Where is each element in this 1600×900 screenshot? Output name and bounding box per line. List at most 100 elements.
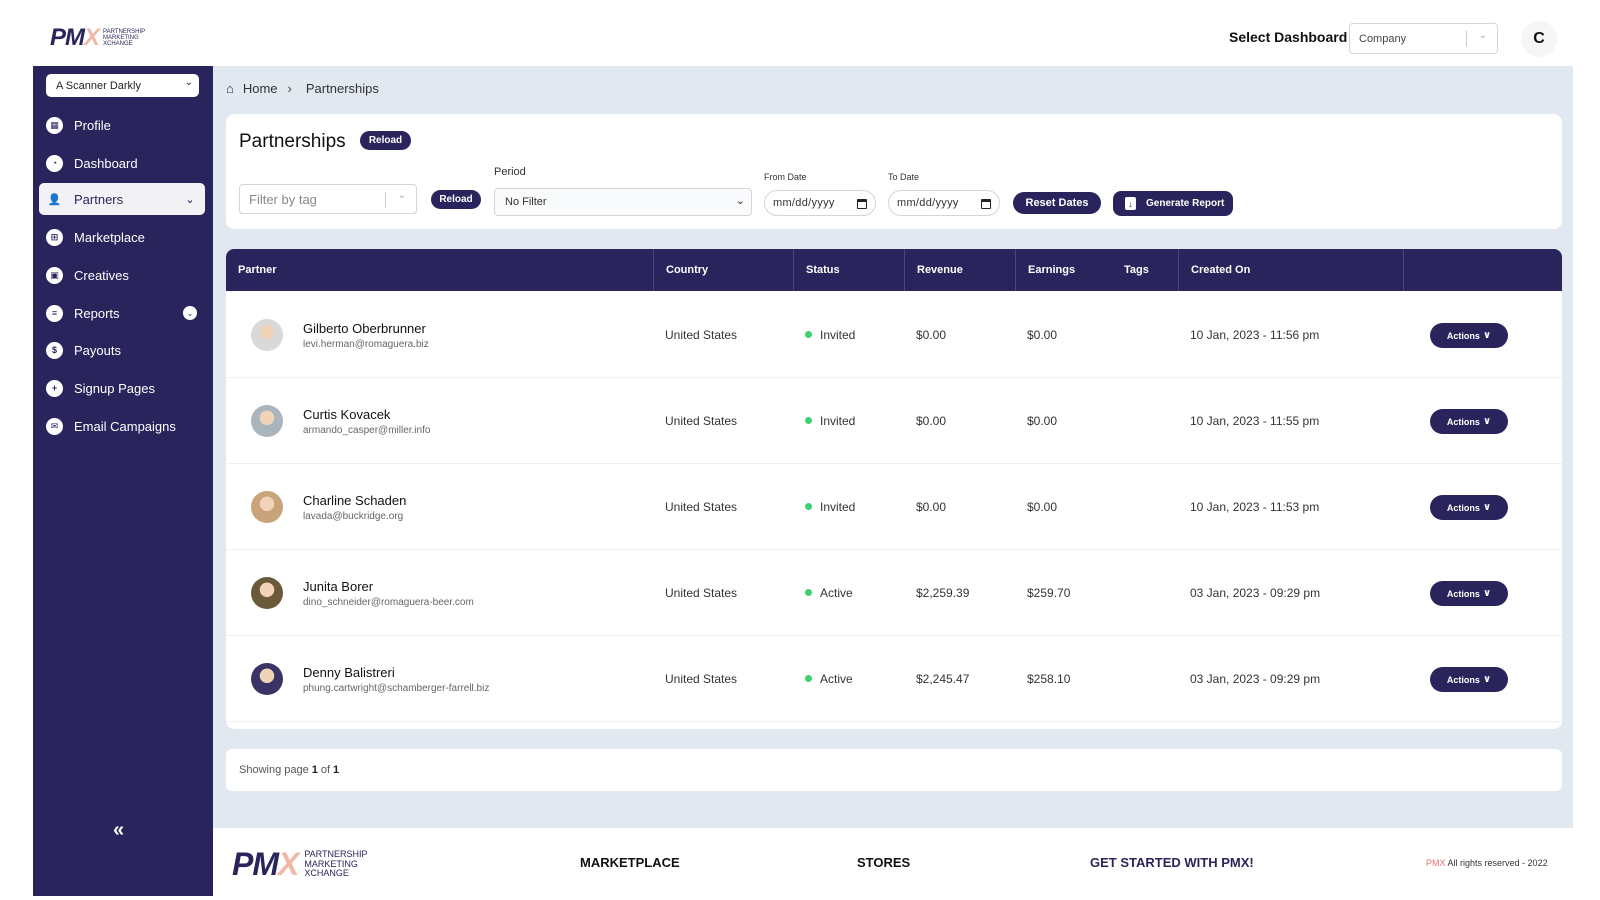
partner-created-on: 10 Jan, 2023 - 11:55 pm — [1190, 413, 1320, 428]
calendar-icon[interactable] — [857, 199, 867, 209]
column-header-country[interactable]: Country — [653, 249, 793, 291]
partner-name[interactable]: Junita Borer — [303, 579, 373, 594]
actions-dropdown-button[interactable]: Actions ∨ — [1430, 409, 1508, 434]
filter-card: Partnerships Reload Filter by tag ⌄ Relo… — [226, 114, 1562, 229]
footer: PMX PARTNERSHIP MARKETING XCHANGE MARKET… — [213, 828, 1573, 890]
partner-name[interactable]: Denny Balistreri — [303, 665, 395, 680]
table-row: Curtis Kovacek armando_casper@miller.info… — [226, 377, 1562, 464]
actions-dropdown-button[interactable]: Actions ∨ — [1430, 323, 1508, 348]
sidebar-item-profile[interactable]: ▦ Profile — [39, 109, 205, 141]
partner-created-on: 10 Jan, 2023 - 11:53 pm — [1190, 499, 1320, 514]
partner-earnings: $0.00 — [1027, 413, 1058, 428]
select-separator — [1466, 31, 1467, 47]
user-avatar[interactable]: C — [1521, 21, 1557, 57]
sidebar-item-creatives[interactable]: ▣ Creatives — [39, 259, 205, 291]
footer-link-get-started[interactable]: GET STARTED WITH PMX! — [1090, 855, 1254, 870]
sidebar-item-partners[interactable]: 👤 Partners ⌄ — [39, 183, 205, 215]
tag-reload-button[interactable]: Reload — [431, 190, 481, 209]
sidebar-item-label: Partners — [74, 191, 124, 207]
footer-logo[interactable]: PMX PARTNERSHIP MARKETING XCHANGE — [232, 846, 368, 883]
column-header-actions — [1403, 249, 1562, 291]
status-dot-icon — [805, 417, 812, 424]
chevron-down-icon[interactable]: ⌄ — [183, 192, 197, 206]
sidebar: A Scanner Darkly ⌄ ▦ Profile ◔ Dashboard 👤 Pa… — [33, 66, 213, 896]
home-icon[interactable]: ⌂ — [226, 81, 234, 96]
sidebar-item-label: Email Campaigns — [74, 418, 176, 434]
dashboard-select[interactable]: Company ⌄ — [1349, 23, 1498, 54]
column-header-tags[interactable]: Tags — [1112, 249, 1178, 291]
top-header: PMX PARTNERSHIP MARKETING XCHANGE Select… — [0, 0, 1600, 66]
status-dot-icon — [805, 589, 812, 596]
chevron-down-icon: ∨ — [1482, 588, 1492, 599]
partner-avatar — [251, 577, 283, 609]
partner-revenue: $0.00 — [916, 413, 947, 428]
sidebar-item-label: Signup Pages — [74, 380, 155, 396]
chevron-right-icon: › — [287, 81, 292, 96]
pie-chart-icon: ◔ — [46, 154, 63, 172]
sidebar-item-label: Payouts — [74, 342, 121, 358]
column-header-partner[interactable]: Partner — [226, 249, 653, 291]
column-header-revenue[interactable]: Revenue — [904, 249, 1015, 291]
breadcrumb: ⌂ Home › Partnerships — [226, 81, 379, 96]
tag-filter-input[interactable]: Filter by tag ⌄ — [239, 184, 417, 214]
sidebar-item-label: Reports — [74, 305, 120, 321]
sidebar-item-signup-pages[interactable]: + Signup Pages — [39, 372, 205, 404]
partner-country: United States — [665, 585, 738, 600]
envelope-icon: ✉ — [46, 417, 63, 435]
actions-dropdown-button[interactable]: Actions ∨ — [1430, 581, 1508, 606]
calendar-icon[interactable] — [981, 199, 991, 209]
chevron-down-icon[interactable]: ⌄ — [183, 306, 197, 320]
partner-status: Invited — [805, 463, 855, 550]
table-row: Gilberto Oberbrunner levi.herman@romaguer… — [226, 291, 1562, 378]
sidebar-item-marketplace[interactable]: ⊞ Marketplace — [39, 221, 205, 253]
partner-status: Invited — [805, 291, 855, 378]
column-header-earnings[interactable]: Earnings — [1015, 249, 1112, 291]
period-label: Period — [494, 166, 526, 178]
partner-revenue: $0.00 — [916, 327, 947, 342]
generate-report-button[interactable]: ↓ Generate Report — [1113, 191, 1233, 216]
chevron-down-icon: ⌄ — [1478, 30, 1487, 41]
partner-revenue: $2,259.39 — [916, 585, 970, 600]
sidebar-item-email-campaigns[interactable]: ✉ Email Campaigns — [39, 410, 205, 442]
table-row: Junita Borer dino_schneider@romaguera-bee… — [226, 549, 1562, 636]
reload-button[interactable]: Reload — [360, 131, 411, 150]
period-select[interactable]: No Filter ⌄ — [494, 188, 752, 216]
collapse-sidebar-button[interactable]: « — [113, 819, 124, 842]
sidebar-item-label: Marketplace — [74, 229, 145, 245]
breadcrumb-home[interactable]: Home — [243, 81, 278, 96]
to-date-label: To Date — [888, 172, 920, 182]
partner-name[interactable]: Charline Schaden — [303, 493, 406, 508]
reset-dates-button[interactable]: Reset Dates — [1013, 192, 1101, 214]
to-date-input[interactable]: mm/dd/yyyy — [888, 190, 1000, 216]
from-date-input[interactable]: mm/dd/yyyy — [764, 190, 876, 216]
document-icon: ≡ — [46, 304, 63, 322]
partner-created-on: 03 Jan, 2023 - 09:29 pm — [1190, 585, 1321, 600]
user-plus-icon: + — [46, 379, 63, 397]
table-row: Charline Schaden lavada@buckridge.org Unit… — [226, 463, 1562, 550]
page-title: Partnerships — [239, 131, 346, 152]
partner-name[interactable]: Curtis Kovacek — [303, 407, 390, 422]
partner-email: phung.cartwright@schamberger-farrell.biz — [303, 683, 490, 694]
status-dot-icon — [805, 675, 812, 682]
pmx-logo[interactable]: PMX PARTNERSHIP MARKETING XCHANGE — [50, 24, 145, 52]
partner-earnings: $258.10 — [1027, 671, 1071, 686]
partner-name[interactable]: Gilberto Oberbrunner — [303, 321, 426, 336]
sidebar-item-label: Dashboard — [74, 155, 138, 171]
store-icon: ⊞ — [46, 228, 63, 246]
footer-link-marketplace[interactable]: MARKETPLACE — [580, 855, 680, 870]
partner-earnings: $0.00 — [1027, 499, 1058, 514]
brand-select[interactable]: A Scanner Darkly ⌄ — [46, 74, 199, 97]
partner-status: Active — [805, 549, 853, 636]
column-header-status[interactable]: Status — [793, 249, 904, 291]
sidebar-item-reports[interactable]: ≡ Reports ⌄ — [39, 297, 205, 329]
partner-email: levi.herman@romaguera.biz — [303, 339, 429, 350]
sidebar-item-payouts[interactable]: $ Payouts — [39, 334, 205, 366]
actions-dropdown-button[interactable]: Actions ∨ — [1430, 495, 1508, 520]
actions-dropdown-button[interactable]: Actions ∨ — [1430, 667, 1508, 692]
chevron-down-icon: ⌄ — [397, 190, 406, 201]
column-header-created-on[interactable]: Created On — [1178, 249, 1403, 291]
sidebar-item-dashboard[interactable]: ◔ Dashboard — [39, 147, 205, 179]
download-file-icon: ↓ — [1125, 197, 1136, 210]
select-separator — [385, 192, 386, 208]
footer-link-stores[interactable]: STORES — [857, 855, 910, 870]
